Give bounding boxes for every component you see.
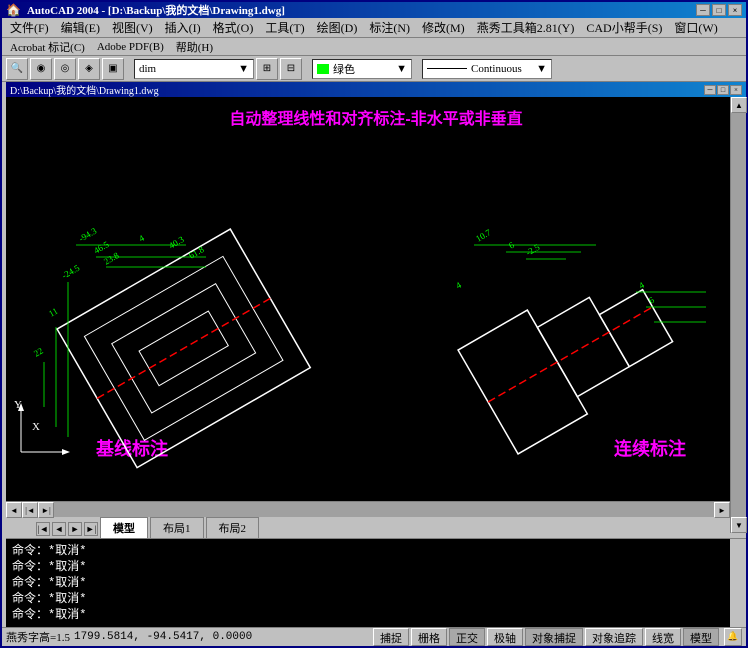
tab-nav-next[interactable]: ► — [68, 522, 82, 536]
svg-text:4: 4 — [454, 280, 463, 291]
close-button[interactable]: × — [728, 4, 742, 16]
btn-ortho[interactable]: 正交 — [449, 628, 485, 646]
menu-adobe-pdf[interactable]: Adobe PDF(B) — [91, 40, 170, 54]
cmd-line-3: 命令：*取消* — [12, 575, 724, 591]
menu-acrobat[interactable]: Acrobat 标记(C) — [4, 38, 91, 56]
layer-value: dim — [139, 63, 156, 75]
cmd-line-4: 命令：*取消* — [12, 591, 724, 607]
coordinates: 1799.5814, -94.5417, 0.0000 — [74, 631, 254, 643]
toolbar: 🔍 ◉ ◎ ◈ ▣ dim ▼ ⊞ ⊟ 绿色 ▼ Continuous ▼ — [2, 56, 746, 82]
scroll-btn-prev[interactable]: |◄ — [22, 502, 38, 518]
restore-button[interactable]: □ — [712, 4, 726, 16]
menu-file[interactable]: 文件(F) — [4, 18, 55, 37]
svg-text:10.7: 10.7 — [474, 227, 493, 244]
toolbar-btn-2[interactable]: ◉ — [30, 58, 52, 80]
menu-draw[interactable]: 绘图(D) — [311, 18, 364, 37]
btn-model[interactable]: 模型 — [683, 628, 719, 646]
menu-format[interactable]: 格式(O) — [207, 18, 260, 37]
inner-window-title: D:\Backup\我的文档\Drawing1.dwg — [10, 82, 704, 97]
tray-btn[interactable]: 🔔 — [724, 628, 742, 646]
tab-nav-last[interactable]: ►| — [84, 522, 98, 536]
menu-bar-2: Acrobat 标记(C) Adobe PDF(B) 帮助(H) — [2, 38, 746, 56]
window-controls: ─ □ × — [696, 4, 742, 16]
title-bar: 🏠 AutoCAD 2004 - [D:\Backup\我的文档\Drawing… — [2, 2, 746, 18]
svg-text:-2.5: -2.5 — [524, 242, 542, 258]
btn-grid[interactable]: 栅格 — [411, 628, 447, 646]
drawing-wrapper: 自动整理线性和对齐标注-非水平或非垂直 基线标注 连续标注 Y X — [2, 97, 746, 517]
cmd-line-2: 命令：*取消* — [12, 559, 724, 575]
linetype-value: Continuous — [471, 63, 522, 75]
inner-title-bar: D:\Backup\我的文档\Drawing1.dwg ─ □ × — [6, 82, 746, 97]
svg-text:4: 4 — [637, 280, 646, 291]
toolbar-btn-4[interactable]: ◈ — [78, 58, 100, 80]
svg-text:23.8: 23.8 — [102, 250, 121, 267]
menu-bar: 文件(F) 编辑(E) 视图(V) 插入(I) 格式(O) 工具(T) 绘图(D… — [2, 18, 746, 38]
menu-cadhelper[interactable]: CAD小帮手(S) — [580, 18, 668, 37]
v-scroll-track[interactable] — [731, 113, 746, 517]
linetype-dropdown[interactable]: Continuous ▼ — [422, 59, 552, 79]
vertical-scrollbar[interactable]: ▲ ▼ — [730, 97, 746, 533]
layer-props-btn[interactable]: ⊞ — [256, 58, 278, 80]
menu-modify[interactable]: 修改(M) — [416, 18, 471, 37]
svg-text:-94.3: -94.3 — [77, 225, 99, 243]
menu-edit[interactable]: 编辑(E) — [55, 18, 106, 37]
toolbar-btn-1[interactable]: 🔍 — [6, 58, 28, 80]
minimize-button[interactable]: ─ — [696, 4, 710, 16]
color-value: 绿色 — [333, 61, 355, 77]
svg-text:11: 11 — [47, 306, 60, 319]
svg-text:6: 6 — [647, 295, 656, 306]
menu-view[interactable]: 视图(V) — [106, 18, 159, 37]
svg-text:22: 22 — [32, 346, 45, 359]
svg-text:4: 4 — [137, 233, 146, 244]
menu-help[interactable]: 帮助(H) — [170, 38, 219, 56]
layer-dropdown[interactable]: dim ▼ — [134, 59, 254, 79]
svg-text:-24.5: -24.5 — [60, 262, 82, 280]
inner-minimize-button[interactable]: ─ — [704, 85, 716, 95]
h-scroll-track[interactable] — [54, 502, 714, 517]
font-label: 燕秀字高=1.5 — [6, 629, 70, 645]
cad-svg: -24.5 11 22 -94.3 46.5 23.8 4 40.3 61.8 — [6, 97, 746, 501]
status-bar: 燕秀字高=1.5 1799.5814, -94.5417, 0.0000 捕捉 … — [2, 627, 746, 646]
toolbar-btn-3[interactable]: ◎ — [54, 58, 76, 80]
btn-polar[interactable]: 极轴 — [487, 628, 523, 646]
scroll-right-button[interactable]: ► — [714, 502, 730, 518]
tab-bar: |◄ ◄ ► ►| 模型 布局1 布局2 — [6, 517, 746, 539]
scroll-left-button[interactable]: ◄ — [6, 502, 22, 518]
drawing-container: 自动整理线性和对齐标注-非水平或非垂直 基线标注 连续标注 Y X — [2, 97, 746, 517]
window-title: AutoCAD 2004 - [D:\Backup\我的文档\Drawing1.… — [27, 2, 696, 18]
tab-nav-first[interactable]: |◄ — [36, 522, 50, 536]
menu-yanxiu[interactable]: 燕秀工具箱2.81(Y) — [471, 18, 581, 37]
tab-nav-prev[interactable]: ◄ — [52, 522, 66, 536]
scroll-down-button[interactable]: ▼ — [731, 517, 747, 533]
horizontal-scrollbar[interactable]: ◄ |◄ ►| ► — [6, 501, 730, 517]
btn-otrack[interactable]: 对象追踪 — [585, 628, 643, 646]
layer-prev-btn[interactable]: ⊟ — [280, 58, 302, 80]
cmd-line-1: 命令：*取消* — [12, 543, 724, 559]
menu-window[interactable]: 窗口(W) — [668, 18, 723, 37]
inner-window-controls: ─ □ × — [704, 85, 742, 95]
cad-drawing-area[interactable]: 自动整理线性和对齐标注-非水平或非垂直 基线标注 连续标注 Y X — [6, 97, 746, 501]
scroll-up-button[interactable]: ▲ — [731, 97, 747, 113]
btn-snap[interactable]: 捕捉 — [373, 628, 409, 646]
tab-model[interactable]: 模型 — [100, 517, 148, 538]
inner-close-button[interactable]: × — [730, 85, 742, 95]
cmd-line-5: 命令：*取消* — [12, 607, 724, 623]
tab-layout2[interactable]: 布局2 — [206, 517, 260, 538]
command-area[interactable]: 命令：*取消* 命令：*取消* 命令：*取消* 命令：*取消* 命令：*取消* … — [6, 539, 730, 627]
btn-osnap[interactable]: 对象捕捉 — [525, 628, 583, 646]
scroll-btn-next[interactable]: ►| — [38, 502, 54, 518]
menu-tools[interactable]: 工具(T) — [259, 18, 310, 37]
svg-text:61.8: 61.8 — [187, 244, 206, 261]
btn-lineweight[interactable]: 线宽 — [645, 628, 681, 646]
toolbar-btn-5[interactable]: ▣ — [102, 58, 124, 80]
tab-layout1[interactable]: 布局1 — [150, 517, 204, 538]
menu-insert[interactable]: 插入(I) — [159, 18, 207, 37]
menu-dim[interactable]: 标注(N) — [363, 18, 416, 37]
inner-restore-button[interactable]: □ — [717, 85, 729, 95]
color-dropdown[interactable]: 绿色 ▼ — [312, 59, 412, 79]
svg-text:40.3: 40.3 — [167, 234, 186, 251]
svg-text:46.5: 46.5 — [92, 239, 111, 256]
